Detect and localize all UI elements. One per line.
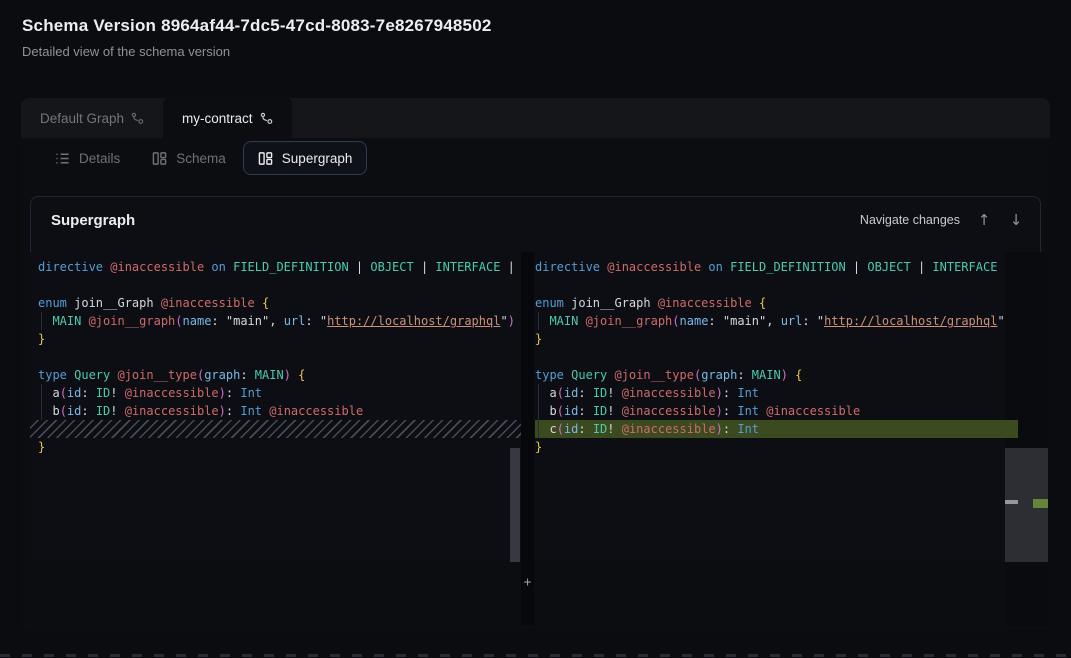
subtab-label: Supergraph: [282, 151, 353, 166]
variant-icon: [131, 112, 144, 125]
list-icon: [55, 151, 70, 166]
navigate-next-button[interactable]: ↓: [1004, 208, 1028, 232]
diff-right-pane[interactable]: directive @inaccessible on FIELD_DEFINIT…: [534, 252, 1005, 562]
indent-guide: [538, 420, 539, 438]
variant-tabstrip: Default Graph my-contract: [21, 98, 1050, 138]
diff-splitter[interactable]: +: [521, 252, 534, 625]
diff-insert-plus-icon: +: [521, 574, 534, 592]
code-line[interactable]: [535, 276, 1005, 294]
tab-default-graph[interactable]: Default Graph: [21, 98, 163, 138]
page-subtitle: Detailed view of the schema version: [22, 44, 230, 59]
code-line[interactable]: directive @inaccessible on FIELD_DEFINIT…: [535, 258, 1005, 276]
page-title: Schema Version 8964af44-7dc5-47cd-8083-7…: [22, 16, 492, 36]
code-line[interactable]: enum join__Graph @inaccessible {: [535, 294, 1005, 312]
tab-supergraph[interactable]: Supergraph: [243, 141, 368, 175]
indent-guide: [41, 312, 42, 330]
subtab-label: Schema: [176, 151, 226, 166]
diff-placeholder-row[interactable]: [30, 420, 521, 438]
indent-guide: [538, 402, 539, 420]
indent-guide: [538, 384, 539, 402]
code-line[interactable]: a(id: ID! @inaccessible): Int: [535, 384, 1005, 402]
bottom-dashed-divider: [0, 654, 1071, 657]
code-line[interactable]: directive @inaccessible on FIELD_DEFINIT…: [38, 258, 521, 276]
code-line[interactable]: [38, 276, 521, 294]
tab-schema[interactable]: Schema: [137, 141, 241, 175]
panel-title: Supergraph: [51, 212, 135, 229]
code-line[interactable]: type Query @join__type(graph: MAIN) {: [535, 366, 1005, 384]
added-line-overflow: [1005, 420, 1018, 438]
code-line[interactable]: enum join__Graph @inaccessible {: [38, 294, 521, 312]
minimap-column: [1005, 252, 1048, 625]
left-scrollbar-thumb[interactable]: [510, 448, 520, 562]
code-line[interactable]: a(id: ID! @inaccessible): Int: [38, 384, 521, 402]
code-line[interactable]: [38, 348, 521, 366]
indent-guide: [41, 384, 42, 402]
tab-details[interactable]: Details: [40, 141, 135, 175]
tab-my-contract[interactable]: my-contract: [163, 98, 292, 138]
code-line[interactable]: c(id: ID! @inaccessible): Int: [535, 420, 1005, 438]
code-line[interactable]: }: [535, 330, 1005, 348]
code-line[interactable]: MAIN @join__graph(name: "main", url: "ht…: [38, 312, 521, 330]
navigate-changes-group: Navigate changes ↑ ↓: [860, 208, 1028, 232]
code-line[interactable]: }: [38, 438, 521, 456]
code-line[interactable]: b(id: ID! @inaccessible): Int @inaccessi…: [535, 402, 1005, 420]
schema-version-card: Default Graph my-contract Details S: [21, 98, 1050, 630]
variant-icon: [260, 112, 273, 125]
indent-guide: [538, 312, 539, 330]
code-line[interactable]: type Query @join__type(graph: MAIN) {: [38, 366, 521, 384]
diff-left-pane[interactable]: directive @inaccessible on FIELD_DEFINIT…: [30, 252, 521, 562]
code-line[interactable]: }: [38, 330, 521, 348]
panels-icon: [152, 151, 167, 166]
code-line[interactable]: MAIN @join__graph(name: "main", url: "ht…: [535, 312, 1005, 330]
code-line[interactable]: b(id: ID! @inaccessible): Int @inaccessi…: [38, 402, 521, 420]
minimap-added-marker: [1033, 499, 1048, 508]
navigate-prev-button[interactable]: ↑: [972, 208, 996, 232]
subtab-label: Details: [79, 151, 120, 166]
overview-ruler-marker: [1005, 500, 1018, 504]
tab-label: my-contract: [182, 111, 253, 126]
code-line[interactable]: [535, 348, 1005, 366]
panels-icon: [258, 151, 273, 166]
indent-guide: [41, 402, 42, 420]
code-line[interactable]: }: [535, 438, 1005, 456]
navigate-changes-label: Navigate changes: [860, 213, 960, 227]
tab-label: Default Graph: [40, 111, 124, 126]
view-subtabs: Details Schema Supergraph: [21, 138, 1050, 178]
